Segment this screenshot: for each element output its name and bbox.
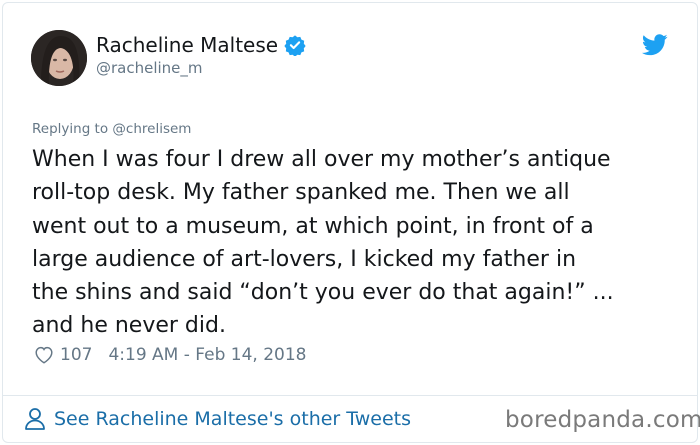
tweet-text-line: large audience of art-lovers, I kicked m… (32, 246, 577, 272)
heart-icon[interactable] (33, 344, 55, 366)
avatar[interactable] (31, 30, 87, 86)
tweet-text-line: went out to a museum, at which point, in… (32, 213, 594, 239)
tweet-meta: 107 4:19 AM - Feb 14, 2018 (33, 344, 306, 366)
see-other-tweets-label[interactable]: See Racheline Maltese's other Tweets (54, 408, 411, 430)
author-name[interactable]: Racheline Maltese (96, 33, 278, 57)
see-other-tweets-link[interactable]: See Racheline Maltese's other Tweets (24, 407, 411, 431)
timestamp[interactable]: 4:19 AM - Feb 14, 2018 (108, 345, 306, 365)
author-name-row[interactable]: Racheline Maltese (96, 33, 306, 57)
avatar-image (31, 30, 87, 86)
tweet-text-line: When I was four I drew all over my mothe… (32, 147, 611, 172)
replying-to[interactable]: Replying to @chrelisem (32, 121, 191, 137)
tweet-text-line: and he never did. (32, 313, 226, 339)
author-handle[interactable]: @racheline_m (96, 59, 203, 77)
twitter-bird-icon[interactable] (642, 34, 668, 56)
watermark: boredpanda.com (505, 407, 700, 433)
person-icon (25, 408, 45, 430)
footer-divider (3, 395, 697, 396)
tweet-text: When I was four I drew all over my mothe… (32, 143, 682, 343)
like-count[interactable]: 107 (60, 345, 92, 365)
tweet-text-line: the shins and said “don’t you ever do th… (32, 280, 614, 306)
verified-badge-icon (284, 35, 306, 56)
tweet-text-line: roll-top desk. My father spanked me. The… (32, 180, 570, 206)
